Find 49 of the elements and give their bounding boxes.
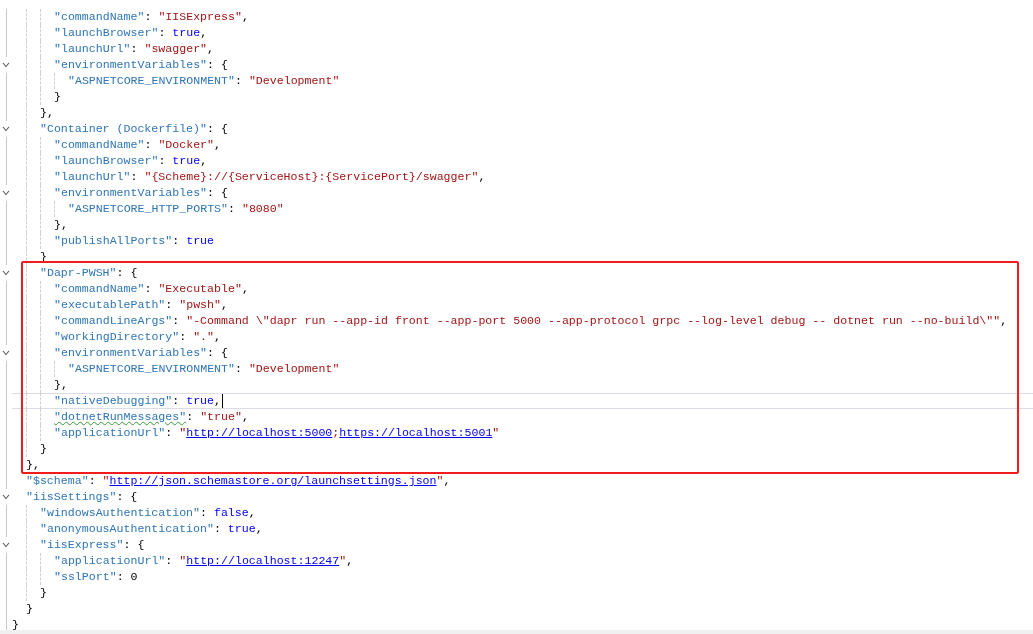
code-line: "launchUrl": "{Scheme}://{ServiceHost}:{ServicePort}/swagger", [54,169,486,185]
code-line: "commandName": "IISExpress", [54,9,249,25]
chevron-icon[interactable] [2,494,10,500]
code-line: } [40,441,47,457]
code-line: "iisSettings": { [26,489,138,505]
link[interactable]: http://json.schemastore.org/launchsettings.json [109,474,437,487]
code-line: "Container (Dockerfile)": { [40,121,228,137]
code-line: "applicationUrl": "http://localhost:5000;https://localhost:5001" [54,425,500,441]
code-line: } [40,585,47,601]
code-line: "ASPNETCORE_HTTP_PORTS": "8080" [68,201,284,217]
link[interactable]: http://localhost:5000 [186,426,333,439]
code-line: "dotnetRunMessages": "true", [54,409,249,425]
code-line: }, [54,377,68,393]
code-line: "commandLineArgs": "-Command \"dapr run --app-id front --app-port 5000 --app-protocol grpc --log-level debug -- dotnet run --no-build\"", [54,313,1008,329]
code-line: } [54,89,61,105]
code-line: "environmentVariables": { [54,345,228,361]
code-line: "$schema": "http://json.schemastore.org/launchsettings.json", [26,473,451,489]
chevron-icon[interactable] [2,190,10,196]
code-line: "anonymousAuthentication": true, [40,521,263,537]
code-line: "workingDirectory": ".", [54,329,221,345]
link[interactable]: http://localhost:12247 [186,554,340,567]
chevron-icon[interactable] [2,270,10,276]
code-line: } [26,601,33,617]
code-line: "iisExpress": { [40,537,145,553]
code-line: "environmentVariables": { [54,57,228,73]
code-line: "commandName": "Executable", [54,281,249,297]
code-line: "launchUrl": "swagger", [54,41,215,57]
code-line: }, [54,217,68,233]
code-line: "executablePath": "pwsh", [54,297,228,313]
chevron-icon[interactable] [2,350,10,356]
code-line: "Dapr-PWSH": { [40,265,138,281]
chevron-icon[interactable] [2,542,10,548]
code-line: "commandName": "Docker", [54,137,221,153]
code-line: "ASPNETCORE_ENVIRONMENT": "Development" [68,73,340,89]
chevron-icon[interactable] [2,62,10,68]
code-line: "ASPNETCORE_ENVIRONMENT": "Development" [68,361,340,377]
code-line: "nativeDebugging": true, [54,393,223,409]
code-line: } [12,617,19,630]
code-line: "launchBrowser": true, [54,153,208,169]
link[interactable]: https://localhost:5001 [339,426,493,439]
code-line: "applicationUrl": "http://localhost:12247", [54,553,354,569]
code-line: }, [40,105,54,121]
chevron-icon[interactable] [2,126,10,132]
code-line: }, [26,457,40,473]
code-line: "windowsAuthentication": false, [40,505,256,521]
code-line: "publishAllPorts": true [54,233,215,249]
code-line: "sslPort": 0 [54,569,138,585]
code-line: "environmentVariables": { [54,185,228,201]
code-line: "launchBrowser": true, [54,25,208,41]
